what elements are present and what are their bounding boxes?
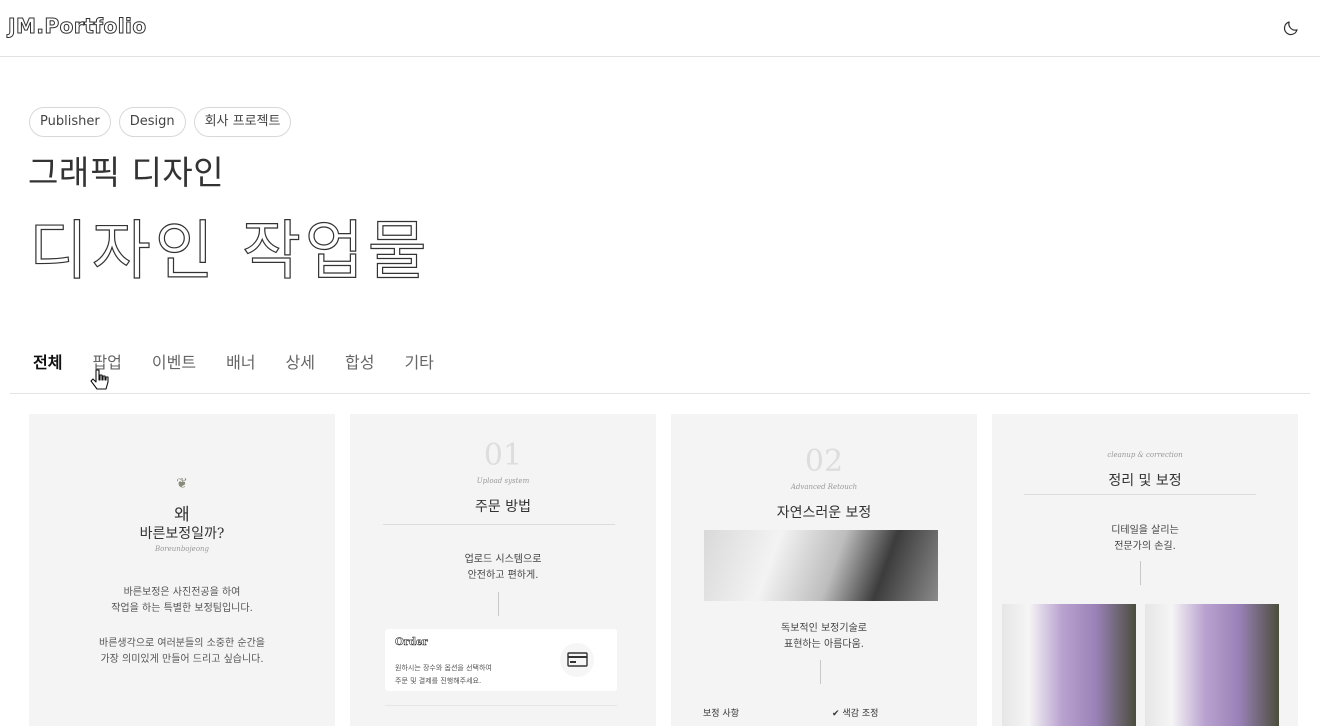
card-title: 정리 및 보정 xyxy=(1108,473,1182,489)
divider xyxy=(820,660,821,684)
step-number: 01 xyxy=(483,438,523,473)
tab-all[interactable]: 전체 xyxy=(33,349,62,373)
card-title: 바른보정일까? xyxy=(139,526,225,542)
page-subtitle: 그래픽 디자인 xyxy=(28,153,225,192)
card-heading: 왜 xyxy=(174,505,190,525)
check-icon: ✔ xyxy=(832,709,840,719)
divider xyxy=(383,524,615,525)
card-text: 업로드 시스템으로 xyxy=(464,554,542,565)
divider xyxy=(498,592,499,616)
card-text: 가장 의미있게 만들어 드리고 싶습니다. xyxy=(100,654,264,665)
tab-banner[interactable]: 배너 xyxy=(226,349,255,373)
site-logo[interactable]: JM.Portfolio xyxy=(8,14,147,39)
portfolio-card[interactable]: 01 Upload system 주문 방법 업로드 시스템으로 안전하고 편하… xyxy=(350,414,656,726)
card-text: 전문가의 손길. xyxy=(1114,541,1176,552)
card-script: Upload system xyxy=(476,477,530,485)
hand-cursor-icon xyxy=(90,369,109,390)
tag-design[interactable]: Design xyxy=(118,107,186,137)
wedding-photo xyxy=(704,530,938,601)
card-payment-icon xyxy=(560,643,594,677)
card-footer-text: 보정 사항 xyxy=(703,709,739,719)
tab-event[interactable]: 이벤트 xyxy=(152,349,196,373)
card-text: 안전하고 편하게. xyxy=(467,570,539,581)
card-text: 작업을 하는 특별한 보정팀입니다. xyxy=(111,603,253,614)
card-text: 바른보정은 사진전공을 하여 xyxy=(123,587,241,598)
card-script: Boreunbojeong xyxy=(154,545,210,553)
card-script: Advanced Retouch xyxy=(790,483,858,491)
dress-photo-after xyxy=(1145,604,1279,726)
moon-icon xyxy=(1283,21,1298,36)
step-number: 02 xyxy=(804,444,844,479)
tag-publisher[interactable]: Publisher xyxy=(29,107,111,137)
portfolio-card[interactable]: 02 Advanced Retouch 자연스러운 보정 독보적인 보정기술로 … xyxy=(671,414,977,726)
upload-box: Order 원하시는 장수와 옵션을 선택하여 주문 및 결제를 진행해주세요. xyxy=(385,629,617,691)
divider xyxy=(1024,494,1256,495)
box-text: 주문 및 결제를 진행해주세요. xyxy=(395,677,482,685)
theme-toggle-button[interactable] xyxy=(1278,15,1304,41)
card-text: 디테일을 살리는 xyxy=(1111,525,1179,536)
card-script: cleanup & correction xyxy=(1107,451,1183,459)
card-footer-label: 색감 조정 xyxy=(842,709,879,719)
divider xyxy=(385,705,617,706)
site-header: JM.Portfolio xyxy=(0,0,1320,57)
tag-company-project[interactable]: 회사 프로젝트 xyxy=(193,107,292,137)
tab-etc[interactable]: 기타 xyxy=(404,349,433,373)
card-title: 주문 방법 xyxy=(475,499,531,515)
portfolio-card[interactable]: cleanup & correction 정리 및 보정 디테일을 살리는 전문… xyxy=(992,414,1298,726)
tab-composite[interactable]: 합성 xyxy=(345,349,374,373)
card-text: 바른생각으로 여러분들의 소중한 순간을 xyxy=(99,638,265,649)
tag-list: Publisher Design 회사 프로젝트 xyxy=(29,107,292,137)
card-footer-text: ✔ 색감 조정 xyxy=(832,706,878,719)
divider xyxy=(1140,561,1141,585)
tabs-divider xyxy=(10,393,1310,394)
card-text: 표현하는 아름다움. xyxy=(784,639,864,650)
dress-photo-before xyxy=(1002,604,1136,726)
portfolio-card[interactable]: ❦ 왜 바른보정일까? Boreunbojeong 바른보정은 사진전공을 하여… xyxy=(29,414,335,726)
card-title: 자연스러운 보정 xyxy=(776,505,872,521)
page-title: 디자인 작업물 xyxy=(28,214,431,289)
box-text: 원하시는 장수와 옵션을 선택하여 xyxy=(395,664,492,672)
box-label: Order xyxy=(395,637,428,649)
tab-detail[interactable]: 상세 xyxy=(286,349,315,373)
card-text: 독보적인 보정기술로 xyxy=(781,623,867,634)
leaf-icon: ❦ xyxy=(176,476,188,492)
